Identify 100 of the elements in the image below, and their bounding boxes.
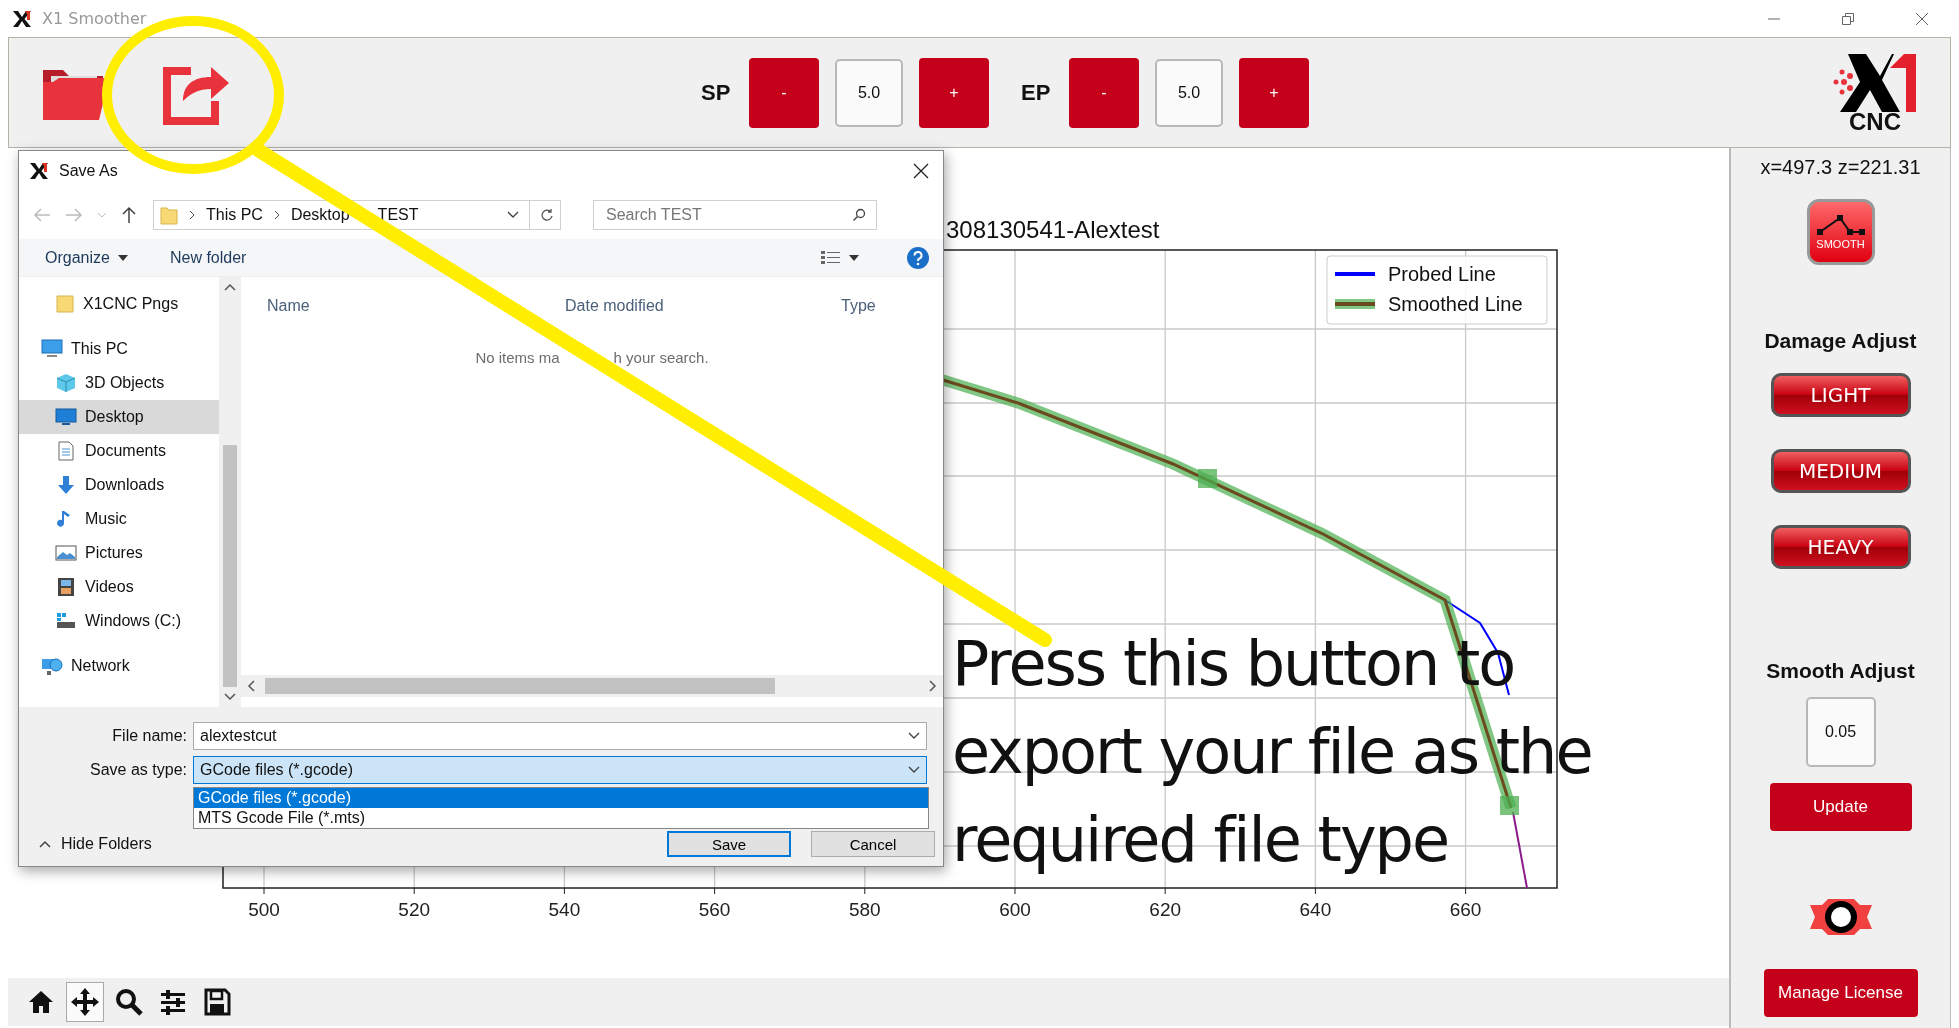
caret-icon xyxy=(507,211,519,219)
close-icon[interactable] xyxy=(913,163,929,179)
dropdown-option[interactable]: GCode files (*.gcode) xyxy=(194,788,928,808)
logo-text: CNC xyxy=(1849,107,1901,136)
chevron-icon xyxy=(272,210,281,220)
stepper-label: SP xyxy=(701,79,732,106)
folder-tree-item[interactable]: Downloads xyxy=(19,468,219,502)
refresh-icon xyxy=(540,208,554,222)
axis-tick-label: 600 xyxy=(999,899,1031,920)
folder-tree-item[interactable]: Music xyxy=(19,502,219,536)
gear-icon[interactable] xyxy=(1807,897,1874,937)
chevron-icon xyxy=(188,210,196,220)
down-arrow-icon xyxy=(55,475,77,495)
caret-icon xyxy=(908,732,920,740)
point-marker xyxy=(1500,796,1519,815)
legend-label: Smoothed Line xyxy=(1388,293,1523,315)
folder-tree-item[interactable]: Desktop xyxy=(19,400,219,434)
caret-icon[interactable] xyxy=(117,254,128,261)
caret-icon xyxy=(39,840,51,848)
dialog-title: Save As xyxy=(59,162,118,180)
folder-tree-item[interactable]: 3D Objects xyxy=(19,366,219,400)
section-title: Damage Adjust xyxy=(1764,329,1917,353)
folder-tree-item[interactable]: Pictures xyxy=(19,536,219,570)
axis-tick-label: 500 xyxy=(248,899,280,920)
axis-tick-label: 580 xyxy=(848,899,881,920)
caret-icon[interactable] xyxy=(849,254,859,261)
empty-message: No items ma xyxy=(475,349,560,366)
value-field[interactable]: 5.0 xyxy=(1155,58,1223,127)
plot-title: 308130541-Alextest xyxy=(946,216,1160,243)
scroll-up-icon[interactable] xyxy=(224,283,236,291)
decrement-button[interactable]: - xyxy=(1069,57,1139,128)
file-name-field[interactable]: alextestcut xyxy=(193,722,927,750)
up-arrow-icon[interactable] xyxy=(121,206,137,224)
scroll-left-icon[interactable] xyxy=(247,680,255,692)
damage-level-button[interactable]: LIGHT xyxy=(1770,373,1911,417)
column-header[interactable]: Name xyxy=(267,297,310,315)
section-title: Smooth Adjust xyxy=(1766,659,1915,683)
axis-tick-label: 660 xyxy=(1449,899,1482,920)
folder-icon xyxy=(160,205,178,225)
cancel-button[interactable]: Cancel xyxy=(811,831,935,857)
update-button[interactable]: Update xyxy=(1769,783,1912,831)
axis-tick-label: 540 xyxy=(548,899,581,920)
move-icon[interactable] xyxy=(66,982,104,1022)
increment-button[interactable]: + xyxy=(919,57,989,128)
column-header[interactable]: Date modified xyxy=(565,297,664,315)
legend-line-icon xyxy=(1335,299,1375,309)
folder-tree-item[interactable]: Network xyxy=(19,649,219,683)
manage-license-button[interactable]: Manage License xyxy=(1763,969,1918,1017)
window-title: X1 Smoother xyxy=(42,9,147,28)
save-button[interactable]: Save xyxy=(667,831,791,857)
search-input[interactable]: Search TEST xyxy=(604,205,852,225)
scroll-down-icon[interactable] xyxy=(224,693,236,701)
view-options-icon[interactable] xyxy=(821,250,841,265)
scrollbar-thumb[interactable] xyxy=(265,678,775,694)
axis-tick-label: 520 xyxy=(398,899,431,920)
network-icon xyxy=(41,656,63,676)
value-field[interactable]: 5.0 xyxy=(835,58,903,127)
computer-icon xyxy=(41,339,63,359)
app-logo-icon xyxy=(29,161,49,181)
scroll-right-icon[interactable] xyxy=(929,680,937,692)
caret-icon xyxy=(908,766,920,774)
stepper-label: EP xyxy=(1021,79,1052,106)
annotation-text: required file type xyxy=(952,804,1449,876)
scrollbar-thumb[interactable] xyxy=(223,445,237,687)
damage-level-button[interactable]: HEAVY xyxy=(1770,525,1911,569)
restore-icon[interactable] xyxy=(1841,11,1855,26)
film-icon xyxy=(55,577,77,597)
axis-tick-label: 560 xyxy=(698,899,731,920)
folder-tree-item[interactable]: Windows (C:) xyxy=(19,604,219,638)
hide-folders-button[interactable]: Hide Folders xyxy=(39,835,152,853)
search-field[interactable]: Search TEST xyxy=(593,200,877,230)
folder-tree-item[interactable]: This PC xyxy=(19,332,219,366)
smooth-button[interactable]: SMOOTH xyxy=(1806,199,1875,265)
image-icon xyxy=(55,543,77,563)
point-marker xyxy=(1198,469,1217,488)
field-label: Save as type: xyxy=(89,761,187,779)
increment-button[interactable]: + xyxy=(1239,57,1309,128)
app-logo-icon xyxy=(12,8,32,29)
axis-tick-label: 640 xyxy=(1299,899,1332,920)
drive-icon xyxy=(55,611,77,631)
new-folder-button[interactable]: New folder xyxy=(169,248,247,267)
smooth-value-field[interactable]: 0.05 xyxy=(1805,697,1876,767)
file-type-dropdown[interactable]: GCode files (*.gcode) xyxy=(193,756,927,784)
field-label: File name: xyxy=(111,727,187,745)
folder-tree-item[interactable]: Documents xyxy=(19,434,219,468)
organize-menu[interactable]: Organize xyxy=(45,248,110,267)
empty-message: h your search. xyxy=(613,349,709,366)
damage-level-button[interactable]: MEDIUM xyxy=(1770,449,1911,493)
address-bar[interactable]: This PC Desktop TEST xyxy=(153,200,561,230)
folder-tree-item[interactable]: Videos xyxy=(19,570,219,604)
dropdown-option[interactable]: MTS Gcode File (*.mts) xyxy=(194,808,928,828)
axis-tick-label: 620 xyxy=(1149,899,1182,920)
column-header[interactable]: Type xyxy=(841,297,876,315)
search-icon xyxy=(852,208,866,222)
help-icon[interactable] xyxy=(907,246,929,269)
folder-tree-item[interactable]: X1CNC Pngs xyxy=(19,287,219,321)
folder-icon xyxy=(55,294,75,314)
decrement-button[interactable]: - xyxy=(749,57,819,128)
coordinates-readout: x=497.3 z=221.31 xyxy=(1760,156,1921,179)
legend-label: Probed Line xyxy=(1388,263,1496,285)
